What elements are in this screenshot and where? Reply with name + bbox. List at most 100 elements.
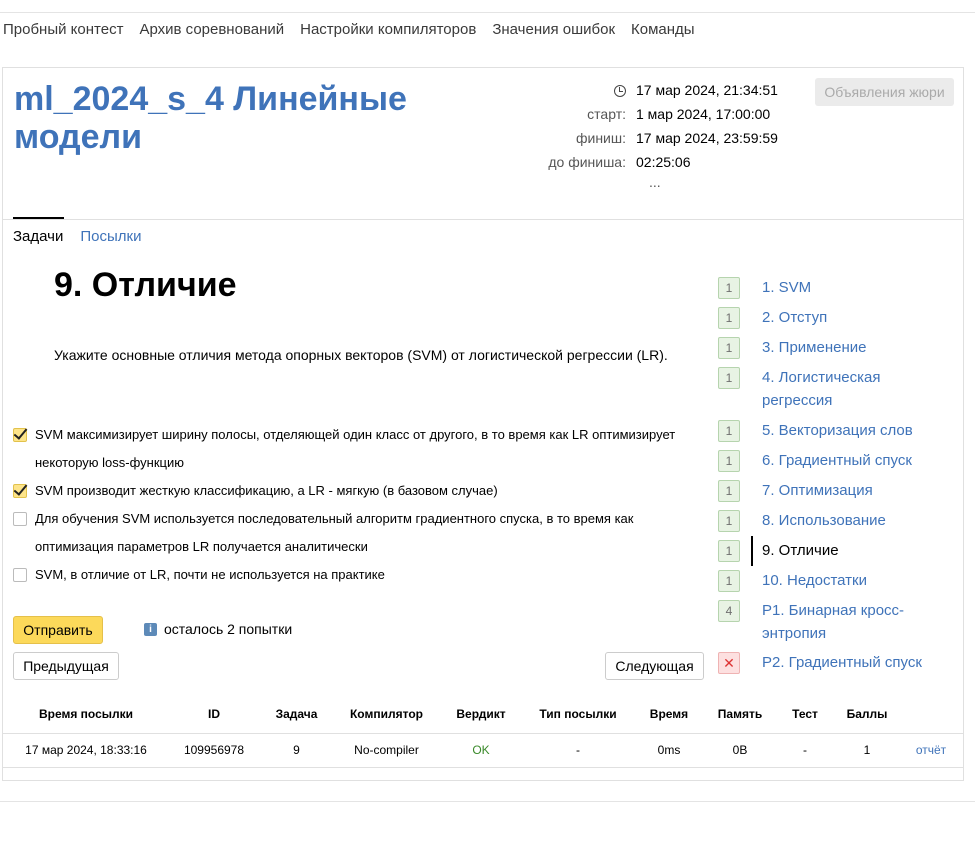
bottom-divider xyxy=(0,801,975,802)
col-test: Тест xyxy=(792,706,818,721)
col-compiler: Компилятор xyxy=(349,706,423,721)
cell-compiler: No-compiler xyxy=(334,732,439,768)
cell-run-time: 0ms xyxy=(633,732,705,768)
problem-link[interactable]: 3. Применение xyxy=(762,336,866,359)
tab-submissions[interactable]: Посылки xyxy=(80,228,141,245)
top-divider xyxy=(0,12,975,13)
cell-time: 17 мар 2024, 18:33:16 xyxy=(3,732,169,768)
nav-trial-contest[interactable]: Пробный контест xyxy=(3,21,123,38)
cell-score: 1 xyxy=(835,732,899,768)
problem-item[interactable]: 1 2. Отступ xyxy=(718,306,958,336)
table-header-row: Время посылки ID Задача Компилятор Верди… xyxy=(3,695,963,733)
problem-item[interactable]: 1 10. Недостатки xyxy=(718,569,958,599)
start-value: 1 мар 2024, 17:00:00 xyxy=(636,106,771,122)
cell-submission-type: - xyxy=(523,732,633,768)
answer-options: SVM максимизирует ширину полосы, отделяю… xyxy=(13,421,693,589)
problem-link[interactable]: 1. SVM xyxy=(762,276,811,299)
score-badge: 1 xyxy=(718,277,740,299)
time-left-value: 02:25:06 xyxy=(636,154,691,170)
contest-panel: ml_2024_s_4 Линейные модели 17 мар 2024,… xyxy=(2,67,964,781)
problem-item[interactable]: 1 6. Градиентный спуск xyxy=(718,449,958,479)
problem-item[interactable]: 1 4. Логистическая регрессия xyxy=(718,366,958,419)
problem-item[interactable]: ✕ P2. Градиентный спуск xyxy=(718,651,958,681)
checkbox-unchecked[interactable] xyxy=(13,568,27,582)
next-problem-button[interactable]: Следующая xyxy=(605,652,704,680)
option-text: Для обучения SVM используется последоват… xyxy=(35,511,634,554)
answer-option[interactable]: Для обучения SVM используется последоват… xyxy=(13,505,693,561)
problem-link[interactable]: P1. Бинарная кросс-энтропия xyxy=(762,599,922,645)
checkbox-checked[interactable] xyxy=(13,428,27,442)
time-left-label: до финиша: xyxy=(548,154,626,170)
cell-test: - xyxy=(775,732,835,768)
attempts-left: i осталось 2 попытки xyxy=(144,621,292,637)
cell-id: 109956978 xyxy=(169,732,259,768)
problem-item[interactable]: 1 7. Оптимизация xyxy=(718,479,958,509)
col-run-time: Время xyxy=(649,706,689,721)
cell-problem: 9 xyxy=(259,732,334,768)
nav-compiler-settings[interactable]: Настройки компиляторов xyxy=(300,21,476,38)
tabs-divider xyxy=(3,219,963,220)
score-badge: 1 xyxy=(718,510,740,532)
problem-item[interactable]: 4 P1. Бинарная кросс-энтропия xyxy=(718,599,958,651)
tabs: Задачи Посылки xyxy=(13,217,141,245)
failed-badge-icon: ✕ xyxy=(718,652,740,674)
col-memory: Память xyxy=(717,706,763,721)
problem-list: 1 1. SVM 1 2. Отступ 1 3. Применение 1 4… xyxy=(718,276,958,681)
report-link[interactable]: отчёт xyxy=(899,732,963,768)
more-times-toggle[interactable]: ... xyxy=(649,174,661,190)
problem-item[interactable]: 1 5. Векторизация слов xyxy=(718,419,958,449)
option-text: SVM производит жесткую классификацию, а … xyxy=(35,483,498,498)
score-badge: 1 xyxy=(718,480,740,502)
attempts-text: осталось 2 попытки xyxy=(164,621,293,637)
score-badge: 1 xyxy=(718,540,740,562)
problem-item[interactable]: 1 1. SVM xyxy=(718,276,958,306)
nav-contest-archive[interactable]: Архив соревнований xyxy=(139,21,284,38)
jury-announcements-button[interactable]: Объявления жюри xyxy=(815,78,954,106)
clock-icon xyxy=(614,85,626,97)
previous-problem-button[interactable]: Предыдущая xyxy=(13,652,119,680)
table-row: 17 мар 2024, 18:33:16 109956978 9 No-com… xyxy=(3,732,963,768)
cell-verdict: OK xyxy=(439,732,523,768)
col-id: ID xyxy=(208,706,220,721)
submissions-table: Время посылки ID Задача Компилятор Верди… xyxy=(3,695,963,768)
problem-link[interactable]: 7. Оптимизация xyxy=(762,479,873,502)
checkbox-unchecked[interactable] xyxy=(13,512,27,526)
contest-title: ml_2024_s_4 Линейные модели xyxy=(14,80,407,156)
col-report xyxy=(899,695,963,733)
option-text: SVM максимизирует ширину полосы, отделяю… xyxy=(35,427,676,470)
answer-option[interactable]: SVM производит жесткую классификацию, а … xyxy=(13,477,693,505)
score-badge: 1 xyxy=(718,337,740,359)
start-label: старт: xyxy=(587,106,626,122)
col-problem: Задача xyxy=(275,706,318,721)
top-nav: Пробный контест Архив соревнований Настр… xyxy=(3,21,695,38)
option-text: SVM, в отличие от LR, почти не используе… xyxy=(35,567,385,582)
problem-link[interactable]: 5. Векторизация слов xyxy=(762,419,913,442)
submit-button[interactable]: Отправить xyxy=(13,616,103,644)
problem-link[interactable]: P2. Градиентный спуск xyxy=(762,651,922,674)
finish-value: 17 мар 2024, 23:59:59 xyxy=(636,130,778,146)
col-score: Баллы xyxy=(846,706,888,721)
nav-error-values[interactable]: Значения ошибок xyxy=(492,21,615,38)
answer-option[interactable]: SVM, в отличие от LR, почти не используе… xyxy=(13,561,693,589)
score-badge: 4 xyxy=(718,600,740,622)
problem-link[interactable]: 4. Логистическая регрессия xyxy=(762,366,892,412)
score-badge: 1 xyxy=(718,420,740,442)
problem-link[interactable]: 10. Недостатки xyxy=(762,569,867,592)
problem-item[interactable]: 1 8. Использование xyxy=(718,509,958,539)
problem-statement: Укажите основные отличия метода опорных … xyxy=(54,347,668,363)
tab-tasks[interactable]: Задачи xyxy=(13,217,65,245)
problem-link[interactable]: 9. Отличие xyxy=(762,539,839,562)
problem-link[interactable]: 6. Градиентный спуск xyxy=(762,449,912,472)
col-submission-type: Тип посылки xyxy=(539,706,617,721)
problem-link[interactable]: 2. Отступ xyxy=(762,306,827,329)
score-badge: 1 xyxy=(718,450,740,472)
problem-link[interactable]: 8. Использование xyxy=(762,509,886,532)
answer-option[interactable]: SVM максимизирует ширину полосы, отделяю… xyxy=(13,421,693,477)
score-badge: 1 xyxy=(718,570,740,592)
contest-times: 17 мар 2024, 21:34:51 старт: 1 мар 2024,… xyxy=(513,82,778,178)
checkbox-checked[interactable] xyxy=(13,484,27,498)
score-badge: 1 xyxy=(718,307,740,329)
nav-teams[interactable]: Команды xyxy=(631,21,695,38)
problem-item[interactable]: 1 3. Применение xyxy=(718,336,958,366)
problem-item-current[interactable]: 1 9. Отличие xyxy=(718,536,958,569)
